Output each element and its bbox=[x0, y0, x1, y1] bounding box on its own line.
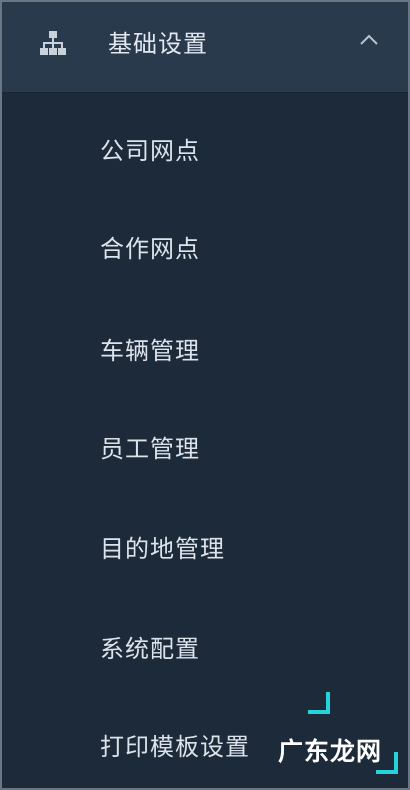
menu-group-label: 基础设置 bbox=[108, 30, 208, 58]
chevron-up-icon[interactable] bbox=[354, 26, 384, 56]
menu-item-label: 目的地管理 bbox=[100, 535, 225, 563]
menu-item-label: 系统配置 bbox=[100, 635, 200, 663]
menu-item-label: 车辆管理 bbox=[100, 337, 200, 365]
menu-item-label: 公司网点 bbox=[100, 137, 200, 165]
menu-item-staff-management[interactable]: 员工管理 bbox=[2, 402, 408, 492]
watermark-corner-top bbox=[308, 692, 330, 714]
menu-item-label: 合作网点 bbox=[100, 235, 200, 263]
menu-item-destination-management[interactable]: 目的地管理 bbox=[2, 502, 408, 592]
watermark: 广东龙网 bbox=[278, 692, 398, 788]
menu-item-system-config[interactable]: 系统配置 bbox=[2, 602, 408, 692]
org-chart-icon bbox=[40, 31, 66, 55]
menu-item-vehicle-management[interactable]: 车辆管理 bbox=[2, 304, 408, 394]
sidebar-menu: 基础设置 公司网点 合作网点 车辆管理 员工管理 目的地管理 系统配置 打印模板… bbox=[0, 0, 410, 790]
watermark-corner-bottom bbox=[376, 752, 398, 774]
menu-group-basic-settings[interactable]: 基础设置 bbox=[2, 2, 408, 93]
menu-item-partner-outlets[interactable]: 合作网点 bbox=[2, 202, 408, 292]
menu-item-company-outlets[interactable]: 公司网点 bbox=[2, 104, 408, 194]
watermark-text: 广东龙网 bbox=[278, 737, 383, 766]
menu-item-label: 员工管理 bbox=[100, 435, 200, 463]
menu-item-label: 打印模板设置 bbox=[100, 733, 250, 761]
